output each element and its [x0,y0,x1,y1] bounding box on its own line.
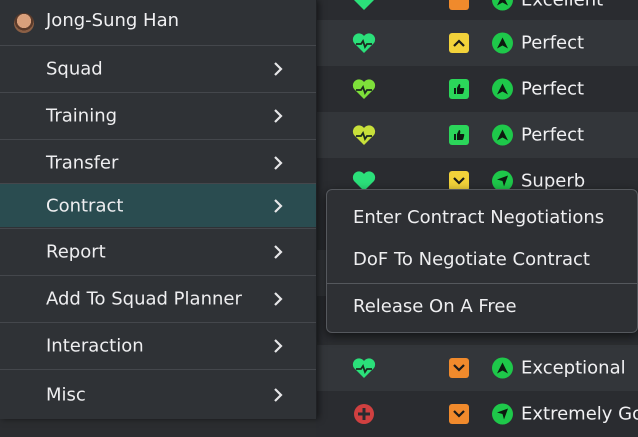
heart-icon [352,125,376,145]
submenu-divider [327,283,637,284]
menu-item-label: Interaction [46,335,144,356]
menu-item-contract[interactable]: Contract [0,183,316,227]
submenu-item-dof-to-negotiate-contract[interactable]: DoF To Negotiate Contract [353,249,590,270]
menu-header: Jong-Sung Han [0,0,316,45]
menu-item-label: Add To Squad Planner [46,288,242,309]
heart-icon [354,0,374,10]
chevron-right-icon [274,338,283,353]
chevron-right-icon [274,291,283,306]
menu-item-label: Squad [46,58,103,79]
menu-item-label: Contract [46,195,124,216]
status-text: Excellent [521,0,604,11]
menu-item-interaction[interactable]: Interaction [0,322,316,368]
menu-item-transfer[interactable]: Transfer [0,139,316,185]
submenu-item-release-on-a-free[interactable]: Release On A Free [353,296,517,317]
morale-down-icon [449,171,469,191]
chevron-right-icon [274,108,283,123]
table-row[interactable]: Exceptional [316,345,638,391]
arrow-up-right-icon [492,403,513,425]
table-row[interactable]: Perfect [316,20,638,66]
menu-item-add-to-squad-planner[interactable]: Add To Squad Planner [0,275,316,321]
player-name: Jong-Sung Han [46,10,180,31]
menu-item-report[interactable]: Report [0,228,316,274]
status-text: Perfect [521,78,585,100]
thumbs-up-icon [449,125,469,145]
morale-up-icon [449,33,469,53]
menu-item-label: Training [46,105,118,126]
arrow-up-icon [492,78,513,100]
status-text: Perfect [521,124,585,146]
injury-icon [354,404,374,424]
menu-item-training[interactable]: Training [0,92,316,138]
menu-item-squad[interactable]: Squad [0,45,316,91]
player-avatar [14,13,34,33]
arrow-up-icon [492,32,513,54]
chevron-right-icon [274,61,283,76]
table-row[interactable]: Perfect [316,66,638,112]
status-text: Exceptional [521,357,626,379]
arrow-up-icon [492,357,513,379]
player-context-menu: Jong-Sung Han Squad Training Transfer Co… [0,0,317,419]
arrow-up-icon [492,124,513,146]
menu-item-label: Transfer [46,152,119,173]
submenu-item-enter-contract-negotiations[interactable]: Enter Contract Negotiations [353,207,604,228]
heart-icon [352,358,376,378]
morale-down-icon [449,358,469,378]
morale-down-icon [449,404,469,424]
table-row[interactable]: Extremely Go [316,391,638,437]
menu-item-label: Report [46,241,106,262]
table-row[interactable]: Perfect [316,112,638,158]
contract-submenu: Enter Contract Negotiations DoF To Negot… [326,189,638,333]
chevron-right-icon [274,155,283,170]
arrow-up-icon [492,0,513,11]
thumbs-up-icon [449,79,469,99]
status-text: Extremely Go [521,403,638,425]
heart-icon [352,33,376,53]
chevron-right-icon [274,387,283,402]
chevron-right-icon [274,244,283,259]
chevron-right-icon [274,198,283,213]
status-text: Perfect [521,32,585,54]
heart-icon [352,79,376,99]
menu-item-label: Misc [46,384,86,405]
morale-icon [449,0,469,10]
menu-item-misc[interactable]: Misc [0,369,316,419]
